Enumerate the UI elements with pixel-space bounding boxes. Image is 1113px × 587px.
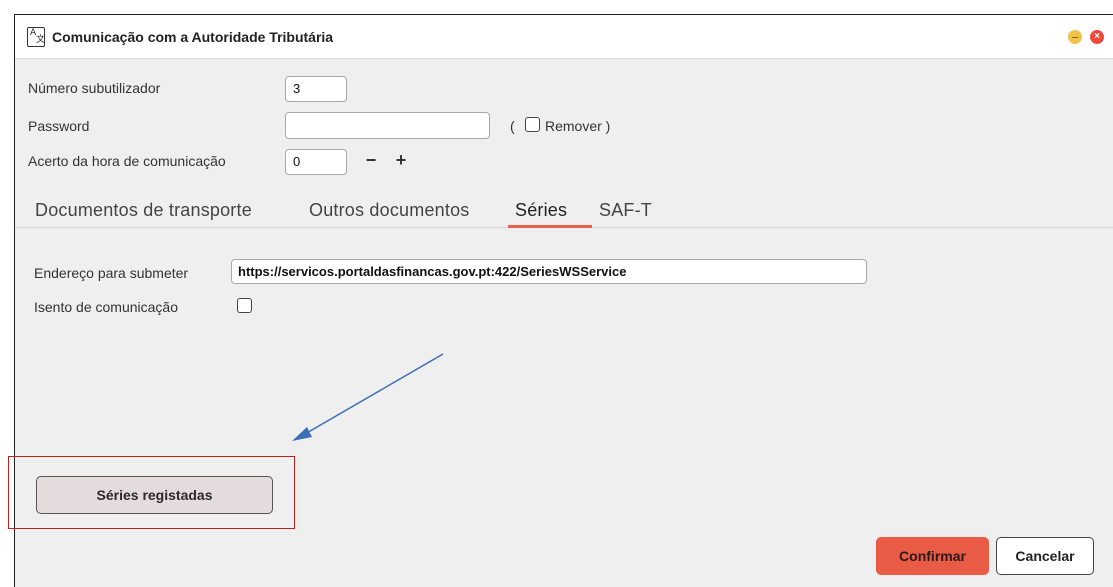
annotation-arrow	[292, 353, 444, 441]
